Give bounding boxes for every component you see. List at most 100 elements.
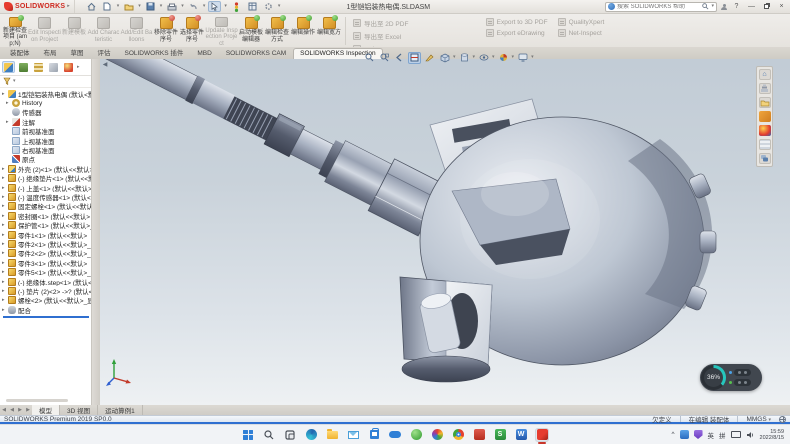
zoom-area-icon[interactable] [378, 52, 391, 64]
expand-arrow[interactable]: ▸ [2, 203, 6, 209]
chrome-button[interactable] [451, 428, 465, 442]
design-library-icon[interactable] [759, 83, 771, 94]
taskbar-search-button[interactable] [262, 428, 276, 442]
tree-item-history[interactable]: ▸History [1, 98, 91, 107]
view-orientation-dropdown[interactable]: ▾ [453, 55, 456, 60]
update-inspection-project-button[interactable]: Update Inspection Project [205, 15, 238, 47]
expand-arrow[interactable]: ▸ [2, 297, 6, 303]
solidworks-forum-icon[interactable] [759, 153, 771, 164]
tree-item-component[interactable]: ▸零件1<1> (默认<<默认>_显示状态 [1, 230, 91, 239]
task-view-button[interactable] [283, 428, 297, 442]
tray-chevron[interactable]: ^ [671, 431, 674, 438]
tree-item-component[interactable]: ▸保护管<1> (默认<<默认>_显示状态 [1, 220, 91, 229]
tree-item-component[interactable]: ▸(-) 垫片 (2)<2> ->? (默认<<默认> [1, 286, 91, 295]
add-characteristic-button[interactable]: Add Characteristic [87, 15, 120, 47]
tree-item-component[interactable]: ▸零件5<1> (默认<<默认>_显示状态 [1, 267, 91, 276]
tree-item-mates[interactable]: ▸配合 [1, 305, 91, 314]
user-account-icon[interactable] [721, 4, 727, 10]
expand-arrow[interactable]: ▸ [2, 279, 6, 285]
expand-arrow[interactable]: ▸ [2, 91, 6, 97]
expand-arrow[interactable]: ▸ [2, 232, 6, 238]
expand-arrow[interactable]: ▸ [2, 288, 6, 294]
view-orientation-icon[interactable] [438, 52, 451, 64]
undo-dropdown-arrow[interactable]: ▾ [203, 4, 206, 9]
tree-item-top-plane[interactable]: ▸上视基准面 [1, 136, 91, 145]
onedrive-button[interactable] [388, 428, 402, 442]
tree-item-front-plane[interactable]: ▸前视基准面 [1, 127, 91, 136]
expand-arrow[interactable]: ▸ [2, 269, 6, 275]
taskbar-clock[interactable]: 15:59 2022/8/15 [760, 429, 784, 441]
tab-addins[interactable]: SOLIDWORKS 插件 [118, 45, 191, 59]
dimxpertmanager-tab[interactable] [47, 61, 60, 73]
add-edit-balloons-button[interactable]: Add/Edit Balloons [120, 15, 153, 47]
tab-layout[interactable]: 布局 [37, 45, 64, 59]
expand-arrow[interactable]: ▸ [2, 175, 6, 181]
display-style-dropdown[interactable]: ▾ [473, 55, 476, 60]
expand-arrow[interactable]: ▸ [2, 307, 6, 313]
rebuild-button[interactable] [230, 1, 243, 12]
tab-sketch[interactable]: 草图 [64, 45, 91, 59]
save-dropdown-arrow[interactable]: ▾ [160, 4, 163, 9]
expand-arrow[interactable]: ▸ [2, 260, 6, 266]
new-dropdown-arrow[interactable]: ▾ [117, 4, 120, 9]
app-green-button[interactable] [409, 428, 423, 442]
globe-icon[interactable] [779, 416, 786, 423]
app-s-button[interactable]: S [493, 428, 507, 442]
tree-item-right-plane[interactable]: ▸右视基准面 [1, 145, 91, 154]
custom-properties-icon[interactable] [759, 139, 771, 150]
export-edrawing-item[interactable]: Export eDrawing [486, 29, 548, 37]
tray-shield-icon[interactable] [694, 430, 703, 439]
expand-arrow[interactable]: ▸ [2, 213, 6, 219]
tree-item-origin[interactable]: ▸原点 [1, 155, 91, 164]
select-dropdown-arrow[interactable]: ▾ [224, 4, 227, 9]
zoom-badge-widget[interactable]: 36% [700, 364, 762, 391]
print-button[interactable] [165, 1, 178, 12]
options-button[interactable] [262, 1, 275, 12]
units-selector[interactable]: MMGS ▾ [746, 416, 771, 423]
tab-3d-views[interactable]: 3D 视图 [60, 405, 98, 415]
help-button[interactable]: ? [731, 2, 742, 12]
propertymanager-tab[interactable] [17, 61, 30, 73]
tree-item-component[interactable]: ▸零件3<1> (默认<<默认>_显示状态 [1, 258, 91, 267]
new-template-button[interactable]: 新建模板 [61, 15, 87, 47]
tree-item-component[interactable]: ▸零件2<2> (默认<<默认>_显示状态 [1, 249, 91, 258]
help-search-box[interactable]: ▾ [605, 2, 717, 12]
hide-show-dropdown[interactable]: ▾ [492, 55, 495, 60]
view-settings-icon[interactable] [516, 52, 529, 64]
tree-item-component[interactable]: ▸螺栓<2> (默认<<默认>_显示状态 [1, 296, 91, 305]
expand-arrow[interactable]: ▸ [2, 250, 6, 256]
tab-nav-last[interactable]: ▶ [24, 407, 32, 413]
previous-view-icon[interactable] [393, 52, 406, 64]
rollback-bar[interactable] [3, 316, 89, 318]
appearances-scenes-icon[interactable] [759, 125, 771, 136]
tree-item-component[interactable]: ▸(-) 温度传感器<1> (默认<<默认>_ [1, 192, 91, 201]
word-button[interactable]: W [514, 428, 528, 442]
tab-nav-next[interactable]: ▶ [16, 407, 24, 413]
new-inspection-project-button[interactable]: 新建检查项目 (amp;N) [2, 15, 28, 47]
tab-nav-prev[interactable]: ◀ [8, 407, 16, 413]
tree-item-annotations[interactable]: ▸注解 [1, 117, 91, 126]
help-search-input[interactable] [617, 4, 700, 10]
search-icon[interactable] [702, 3, 709, 10]
volume-icon[interactable] [746, 431, 755, 439]
tree-item-component[interactable]: ▸(-) 绝缘体.step<1> (默认<<默认> [1, 277, 91, 286]
tree-item-component[interactable]: ▸密封圈<1> (默认<<默认>_显示状态 [1, 211, 91, 220]
units-dropdown-arrow[interactable]: ▾ [768, 417, 771, 423]
export-3d-pdf-item[interactable]: Export to 3D PDF [486, 18, 548, 26]
featuremanager-tree-tab[interactable] [2, 61, 15, 73]
new-document-button[interactable] [101, 1, 114, 12]
filter-funnel-icon[interactable] [3, 77, 11, 85]
mail-button[interactable] [346, 428, 360, 442]
appearance-dropdown[interactable]: ▾ [512, 55, 515, 60]
tree-horizontal-scrollbar[interactable] [6, 399, 68, 402]
display-style-icon[interactable] [458, 52, 471, 64]
hide-show-items-icon[interactable] [477, 52, 490, 64]
tab-motion-study[interactable]: 运动算例1 [98, 405, 143, 415]
edit-operations-button[interactable]: 编辑操作 [290, 15, 316, 47]
3d-model[interactable] [100, 59, 760, 405]
minimize-button[interactable]: — [746, 2, 757, 12]
dictionary-button[interactable] [472, 428, 486, 442]
zoom-fit-icon[interactable] [363, 52, 376, 64]
options-dropdown-arrow[interactable]: ▾ [278, 4, 281, 9]
tab-assembly[interactable]: 装配体 [3, 45, 37, 59]
